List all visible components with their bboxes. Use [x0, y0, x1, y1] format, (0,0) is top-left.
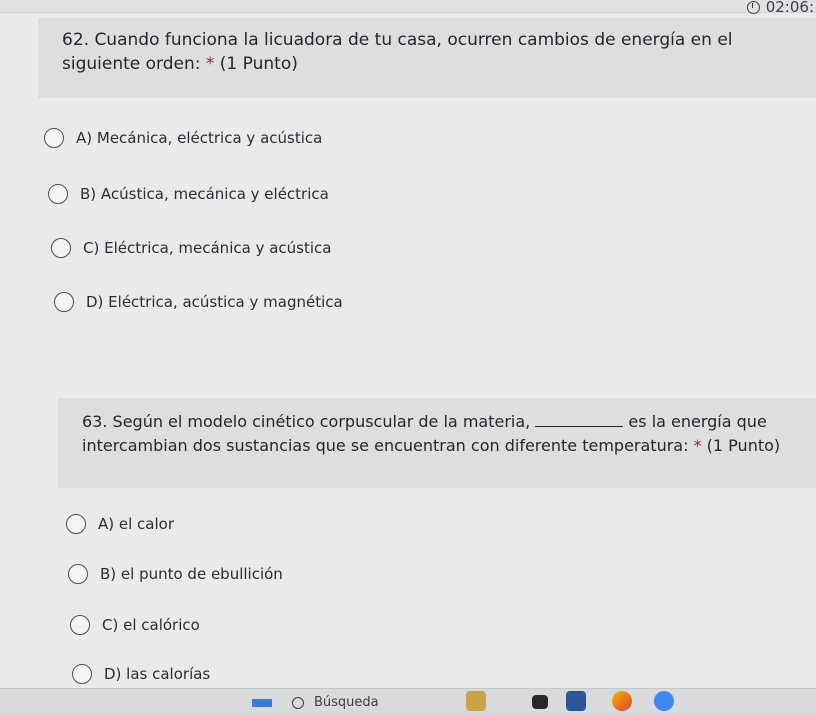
radio-button[interactable] [72, 664, 92, 684]
question-63-header: 63. Según el modelo cinético corpuscular… [58, 398, 816, 488]
app-icon[interactable] [612, 691, 632, 711]
option-62-b[interactable]: B) Acústica, mecánica y eléctrica [48, 184, 329, 204]
question-points: (1 Punto) [219, 54, 298, 74]
option-label: D) las calorías [104, 665, 211, 683]
radio-button[interactable] [70, 615, 90, 635]
chrome-icon[interactable] [654, 691, 674, 711]
top-bar [0, 0, 816, 13]
taskbar: Búsqueda [0, 688, 816, 715]
start-icon[interactable] [252, 699, 272, 707]
taskbar-search[interactable]: Búsqueda [292, 695, 379, 710]
option-63-a[interactable]: A) el calor [66, 514, 174, 534]
search-label: Búsqueda [314, 695, 379, 710]
option-label: B) el punto de ebullición [100, 565, 283, 583]
option-62-d[interactable]: D) Eléctrica, acústica y magnética [54, 292, 343, 312]
radio-button[interactable] [51, 238, 71, 258]
radio-button[interactable] [44, 128, 64, 148]
clock-icon [746, 0, 760, 14]
timer: 02:06: [746, 0, 816, 16]
question-62-header: 62. Cuando funciona la licuadora de tu c… [38, 18, 816, 98]
word-icon[interactable] [566, 691, 586, 711]
option-63-d[interactable]: D) las calorías [72, 664, 210, 684]
option-63-c[interactable]: C) el calórico [70, 615, 200, 635]
question-62-text: 62. Cuando funciona la licuadora de tu c… [62, 30, 733, 74]
option-label: C) Eléctrica, mecánica y acústica [83, 239, 332, 257]
option-label: D) Eléctrica, acústica y magnética [86, 293, 343, 311]
radio-button[interactable] [66, 514, 86, 534]
option-62-c[interactable]: C) Eléctrica, mecánica y acústica [51, 238, 331, 258]
search-icon [292, 696, 304, 709]
radio-button[interactable] [48, 184, 68, 204]
option-62-a[interactable]: A) Mecánica, eléctrica y acústica [44, 128, 322, 148]
radio-button[interactable] [68, 564, 88, 584]
timer-text: 02:06: [765, 0, 814, 16]
option-63-b[interactable]: B) el punto de ebullición [68, 564, 283, 584]
option-label: B) Acústica, mecánica y eléctrica [80, 185, 329, 203]
fill-in-blank [535, 414, 624, 427]
widgets-icon[interactable] [466, 691, 486, 711]
task-view-icon[interactable] [532, 695, 548, 709]
option-label: C) el calórico [102, 616, 200, 634]
radio-button[interactable] [54, 292, 74, 312]
required-mark: * [205, 54, 215, 74]
option-label: A) Mecánica, eléctrica y acústica [76, 129, 323, 147]
question-points: (1 Punto) [706, 436, 781, 455]
required-mark: * [693, 436, 702, 455]
option-label: A) el calor [98, 515, 174, 533]
question-63-text: 63. Según el modelo cinético corpuscular… [82, 412, 781, 455]
